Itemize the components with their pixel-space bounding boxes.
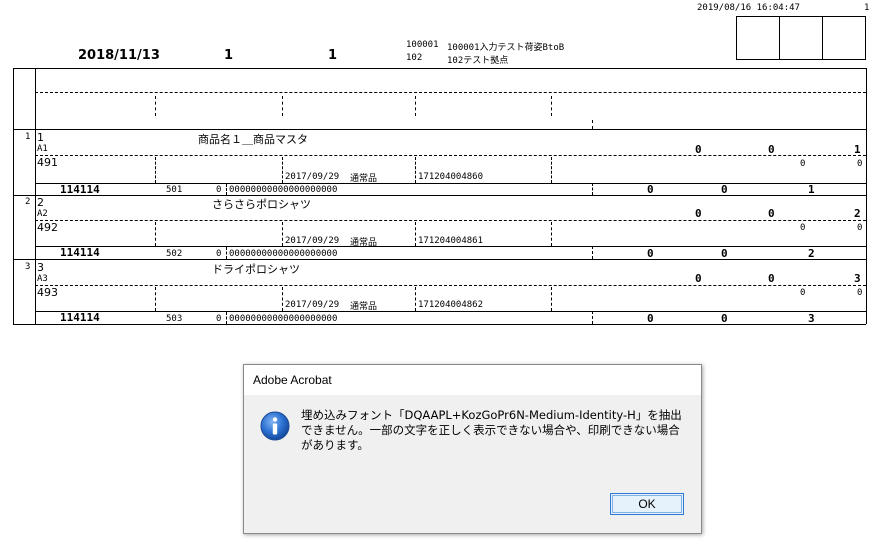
- qty-a: 0: [695, 143, 702, 156]
- warehouse-code: 102: [406, 53, 423, 63]
- row-number: 1: [25, 132, 31, 142]
- small-b: 0: [857, 159, 863, 169]
- item-number: 1: [37, 131, 44, 144]
- footer-num: 501: [166, 185, 183, 195]
- small-a: 0: [800, 288, 806, 298]
- small-b: 0: [857, 223, 863, 233]
- dialog-title[interactable]: Adobe Acrobat: [244, 365, 701, 395]
- row-number: 3: [25, 262, 31, 272]
- print-datetime: 2019/08/16 16:04:47: [697, 3, 800, 13]
- footer-zero: 0: [216, 249, 222, 259]
- footer-zero: 0: [216, 185, 222, 195]
- footer-zero: 0: [216, 314, 222, 324]
- location-code: 493: [37, 286, 58, 299]
- lot-number: 171204004860: [418, 172, 484, 182]
- footer-num: 503: [166, 314, 183, 324]
- stamp-box-1: [736, 16, 780, 60]
- qty-c: 2: [854, 207, 861, 220]
- qty-c: 3: [854, 272, 861, 285]
- expiry-date: 2017/09/29: [285, 172, 340, 182]
- small-b: 0: [857, 288, 863, 298]
- qty-b: 0: [768, 143, 775, 156]
- ok-button[interactable]: OK: [610, 493, 684, 515]
- stamp-box-3: [822, 16, 866, 60]
- sub-code: A3: [37, 274, 48, 284]
- item-number: 2: [37, 196, 44, 209]
- warehouse-name: 102テスト拠点: [447, 56, 509, 66]
- total-a: 0: [647, 247, 654, 260]
- report-date: 2018/11/13: [78, 48, 160, 63]
- sub-code: A1: [37, 144, 48, 154]
- footer-code: 114114: [60, 311, 100, 324]
- item-type: 通常品: [350, 238, 378, 248]
- barcode: 00000000000000000000: [229, 249, 338, 259]
- header-num-1: 1: [224, 48, 234, 63]
- barcode: 00000000000000000000: [229, 314, 338, 324]
- total-c: 2: [808, 247, 815, 260]
- qty-a: 0: [695, 272, 702, 285]
- page-number: 1: [864, 3, 870, 13]
- info-icon: [260, 411, 290, 441]
- footer-code: 114114: [60, 183, 100, 196]
- shipper-name: 100001入力テスト荷姿BtoB: [447, 43, 565, 53]
- dialog-body: 埋め込みフォント「DQAAPL+KozGoPr6N-Medium-Identit…: [244, 395, 701, 485]
- row-number: 2: [25, 197, 31, 207]
- footer-num: 502: [166, 249, 183, 259]
- total-c: 1: [808, 183, 815, 196]
- item-number: 3: [37, 261, 44, 274]
- location-code: 492: [37, 221, 58, 234]
- small-a: 0: [800, 159, 806, 169]
- qty-b: 0: [768, 207, 775, 220]
- small-a: 0: [800, 223, 806, 233]
- header-num-2: 1: [328, 48, 338, 63]
- sub-code: A2: [37, 209, 48, 219]
- item-name: ドライポロシャツ: [212, 263, 300, 276]
- total-c: 3: [808, 312, 815, 325]
- expiry-date: 2017/09/29: [285, 236, 340, 246]
- item-name: 商品名１＿商品マスタ: [198, 133, 308, 146]
- total-b: 0: [721, 183, 728, 196]
- barcode: 00000000000000000000: [229, 185, 338, 195]
- shipper-code: 100001: [406, 40, 439, 50]
- font-warning-dialog: Adobe Acrobat 埋め込みフォント「DQAAPL+KozGoPr6N-…: [243, 364, 702, 534]
- total-a: 0: [647, 183, 654, 196]
- dialog-message: 埋め込みフォント「DQAAPL+KozGoPr6N-Medium-Identit…: [301, 408, 682, 452]
- item-name: さらさらポロシャツ: [212, 198, 311, 211]
- item-type: 通常品: [350, 302, 378, 312]
- qty-a: 0: [695, 207, 702, 220]
- expiry-date: 2017/09/29: [285, 300, 340, 310]
- item-type: 通常品: [350, 174, 378, 184]
- location-code: 491: [37, 156, 58, 169]
- stamp-box-2: [779, 16, 823, 60]
- lot-number: 171204004861: [418, 236, 484, 246]
- qty-c: 1: [854, 143, 861, 156]
- lot-number: 171204004862: [418, 300, 484, 310]
- footer-code: 114114: [60, 246, 100, 259]
- total-b: 0: [721, 247, 728, 260]
- total-b: 0: [721, 312, 728, 325]
- dialog-footer: OK: [244, 485, 701, 533]
- total-a: 0: [647, 312, 654, 325]
- qty-b: 0: [768, 272, 775, 285]
